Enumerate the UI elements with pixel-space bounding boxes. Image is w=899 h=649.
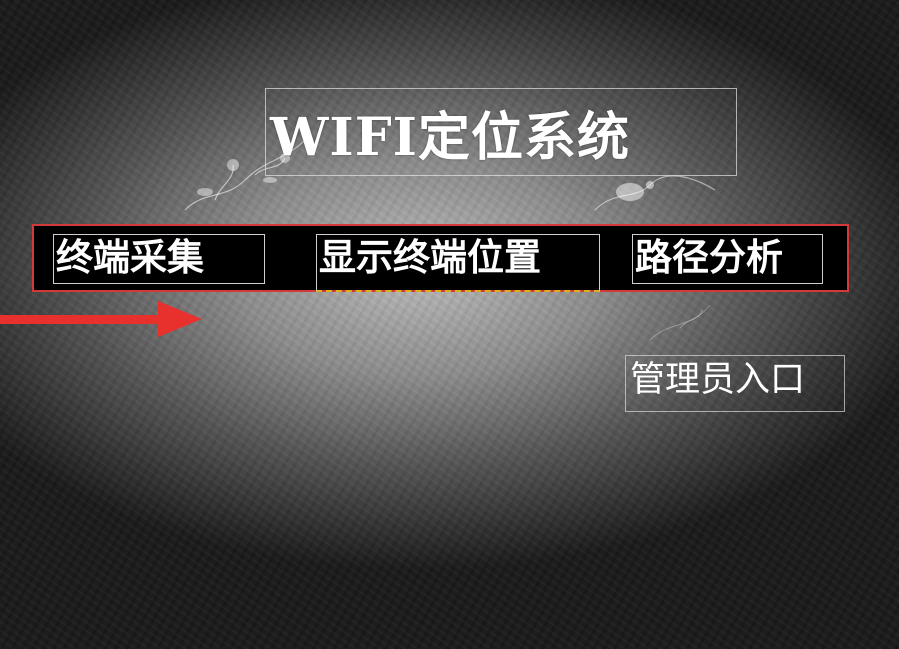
right-arrow-icon — [0, 301, 202, 337]
nav-item-terminal-collect[interactable]: 终端采集 — [53, 234, 265, 284]
admin-entry-button[interactable]: 管理员入口 — [625, 355, 845, 412]
title-box: WIFI定位系统 — [265, 88, 737, 176]
nav-item-path-analysis[interactable]: 路径分析 — [632, 234, 823, 284]
nav-item-show-terminal-position[interactable]: 显示终端位置 — [316, 234, 600, 292]
page-title: WIFI定位系统 — [270, 106, 630, 168]
main-nav-bar: 终端采集 显示终端位置 路径分析 — [32, 224, 849, 292]
floral-ornament-mid — [649, 304, 711, 341]
